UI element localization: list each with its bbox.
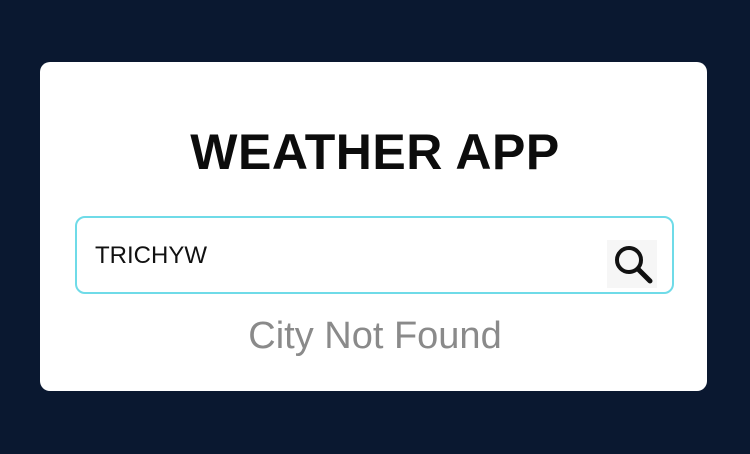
city-search-input[interactable] (95, 236, 595, 276)
app-title: WEATHER APP (190, 124, 560, 180)
search-button[interactable] (607, 240, 657, 288)
search-icon (607, 240, 657, 288)
status-message: City Not Found (248, 315, 502, 357)
search-bar (75, 216, 674, 294)
